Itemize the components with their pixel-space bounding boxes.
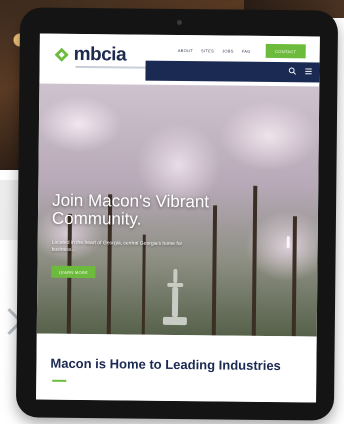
tablet-device: mbcia About Sites Jobs Fag CONTACT [15, 7, 339, 421]
fountain [162, 265, 188, 326]
nav-item-faq[interactable]: Fag [242, 49, 251, 54]
scene: mbcia About Sites Jobs Fag CONTACT [0, 0, 344, 424]
section-title-text: Macon is Home to Leading Industries [50, 355, 281, 374]
title-accent-line [52, 379, 67, 382]
hero-description: Located in the heart of Georgia, central… [51, 239, 183, 253]
learn-more-button[interactable]: LEARN MORE [51, 265, 96, 279]
logo-tagline [75, 65, 146, 69]
nav-bar [145, 60, 320, 83]
nav-item-sites[interactable]: Sites [201, 48, 214, 53]
logo-diamond-icon [54, 47, 70, 63]
site-header: mbcia About Sites Jobs Fag CONTACT [39, 33, 320, 85]
contact-button[interactable]: CONTACT [265, 43, 306, 59]
hero-title: Join Macon's Vibrant Community. [51, 190, 210, 229]
tablet-screen: mbcia About Sites Jobs Fag CONTACT [36, 33, 320, 403]
industries-section: Macon is Home to Leading Industries [36, 333, 317, 403]
top-nav: About Sites Jobs Fag [178, 48, 251, 54]
search-icon[interactable] [287, 67, 297, 77]
tree-trunk [291, 216, 297, 337]
scroll-indicator[interactable] [286, 236, 290, 249]
nav-item-about[interactable]: About [178, 48, 193, 53]
logo-text: mbcia [73, 43, 127, 66]
camera-icon [176, 19, 183, 26]
section-title: Macon is Home to Leading Industries [50, 356, 290, 391]
site-logo[interactable]: mbcia [54, 44, 127, 67]
nav-item-jobs[interactable]: Jobs [222, 48, 234, 53]
menu-icon[interactable] [303, 67, 313, 77]
hero-banner: Join Macon's Vibrant Community. Located … [36, 83, 320, 337]
